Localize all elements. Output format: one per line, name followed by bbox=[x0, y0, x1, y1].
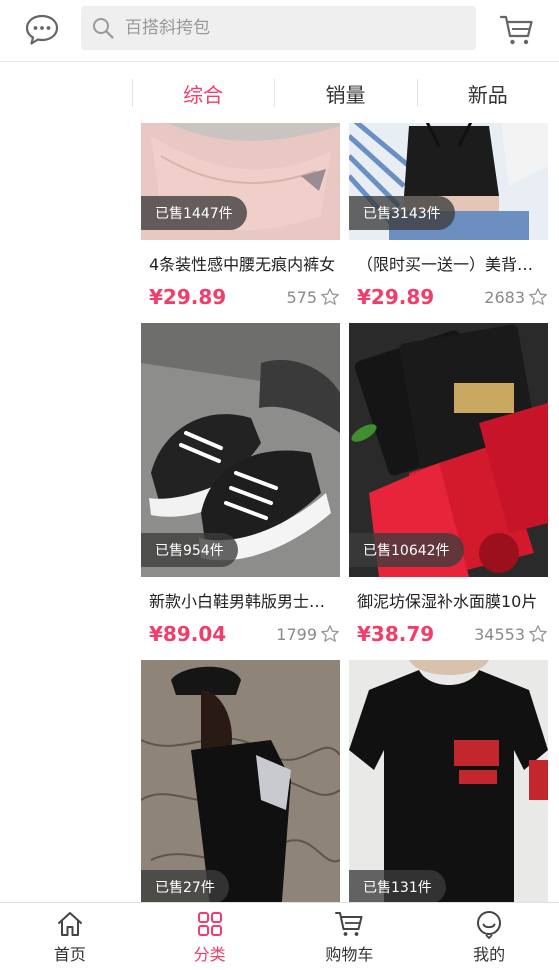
search-input[interactable] bbox=[125, 18, 455, 38]
sold-count: 已售131件 bbox=[349, 870, 446, 903]
product-image[interactable]: 已售1447件 bbox=[141, 123, 340, 240]
sold-count: 已售1447件 bbox=[141, 196, 247, 230]
tab-me-label: 我的 bbox=[473, 944, 506, 964]
header-cart-button[interactable] bbox=[497, 10, 537, 50]
like-count-value: 1799 bbox=[276, 624, 317, 644]
product-title: （限时买一送一）美背吊带 bbox=[357, 255, 544, 274]
tab-home[interactable]: 首页 bbox=[0, 903, 140, 970]
product-card[interactable]: 已售3143件 （限时买一送一）美背吊带 ¥29.89 2683 bbox=[349, 123, 548, 312]
search-icon bbox=[93, 18, 114, 39]
search-bar[interactable] bbox=[81, 6, 476, 50]
tab-category-label: 分类 bbox=[193, 944, 226, 964]
tab-cart[interactable]: 购物车 bbox=[280, 903, 420, 970]
grid-icon bbox=[197, 911, 222, 936]
cart-icon bbox=[335, 911, 363, 936]
product-title: 4条装性感中腰无痕内裤女 bbox=[149, 255, 336, 274]
product-photo-dress bbox=[141, 660, 340, 903]
product-photo-tshirt bbox=[349, 660, 548, 903]
chat-button[interactable] bbox=[22, 10, 62, 50]
app-screen: 综合 销量 新品 已售1447件 4条装性感中腰无痕内裤女 bbox=[0, 0, 559, 970]
like-count[interactable]: 575 bbox=[286, 287, 340, 307]
chat-bubble-icon bbox=[25, 14, 59, 45]
tab-cart-label: 购物车 bbox=[325, 944, 374, 964]
product-price: ¥89.04 bbox=[149, 622, 227, 646]
product-card[interactable]: 已售27件 bbox=[141, 660, 340, 903]
sort-tab-new[interactable]: 新品 bbox=[416, 63, 559, 123]
product-grid: 已售1447件 4条装性感中腰无痕内裤女 ¥29.89 575 已售3143件 … bbox=[141, 123, 549, 903]
product-card[interactable]: 已售131件 bbox=[349, 660, 548, 903]
sold-count: 已售10642件 bbox=[349, 533, 464, 567]
product-title: 御泥坊保湿补水面膜10片 bbox=[357, 592, 538, 611]
bottom-tab-bar: 首页 分类 购物车 我的 bbox=[0, 902, 559, 970]
like-count-value: 2683 bbox=[484, 287, 525, 307]
like-count[interactable]: 1799 bbox=[276, 624, 340, 644]
sold-count: 已售27件 bbox=[141, 870, 229, 903]
like-count-value: 34553 bbox=[474, 624, 525, 644]
product-image[interactable]: 已售3143件 bbox=[349, 123, 548, 240]
tab-me[interactable]: 我的 bbox=[419, 903, 559, 970]
product-image[interactable]: 已售131件 bbox=[349, 660, 548, 903]
product-card[interactable]: 已售10642件 御泥坊保湿补水面膜10片 ¥38.79 34553 bbox=[349, 323, 548, 649]
sort-tab-comprehensive[interactable]: 综合 bbox=[132, 63, 274, 123]
product-card[interactable]: 已售954件 新款小白鞋男韩版男士帆布鞋 ¥89.04 1799 bbox=[141, 323, 340, 649]
product-image[interactable]: 已售954件 bbox=[141, 323, 340, 577]
product-price: ¥38.79 bbox=[357, 622, 435, 646]
product-price: ¥29.89 bbox=[149, 285, 227, 309]
user-face-icon bbox=[477, 910, 502, 939]
tab-home-label: 首页 bbox=[53, 944, 86, 964]
home-icon bbox=[57, 911, 82, 936]
like-count[interactable]: 34553 bbox=[474, 624, 548, 644]
cart-icon bbox=[499, 15, 533, 45]
star-icon bbox=[321, 625, 339, 642]
product-card[interactable]: 已售1447件 4条装性感中腰无痕内裤女 ¥29.89 575 bbox=[141, 123, 340, 312]
sort-tab-sales[interactable]: 销量 bbox=[274, 63, 416, 123]
like-count-value: 575 bbox=[286, 287, 317, 307]
star-icon bbox=[529, 288, 547, 305]
tab-category[interactable]: 分类 bbox=[140, 903, 280, 970]
product-title: 新款小白鞋男韩版男士帆布鞋 bbox=[149, 592, 336, 611]
top-header bbox=[0, 0, 559, 62]
product-image[interactable]: 已售27件 bbox=[141, 660, 340, 903]
star-icon bbox=[321, 288, 339, 305]
star-icon bbox=[529, 625, 547, 642]
product-price: ¥29.89 bbox=[357, 285, 435, 309]
like-count[interactable]: 2683 bbox=[484, 287, 548, 307]
sold-count: 已售954件 bbox=[141, 533, 238, 567]
sort-tabs: 综合 销量 新品 bbox=[132, 63, 559, 123]
product-image[interactable]: 已售10642件 bbox=[349, 323, 548, 577]
sold-count: 已售3143件 bbox=[349, 196, 455, 230]
